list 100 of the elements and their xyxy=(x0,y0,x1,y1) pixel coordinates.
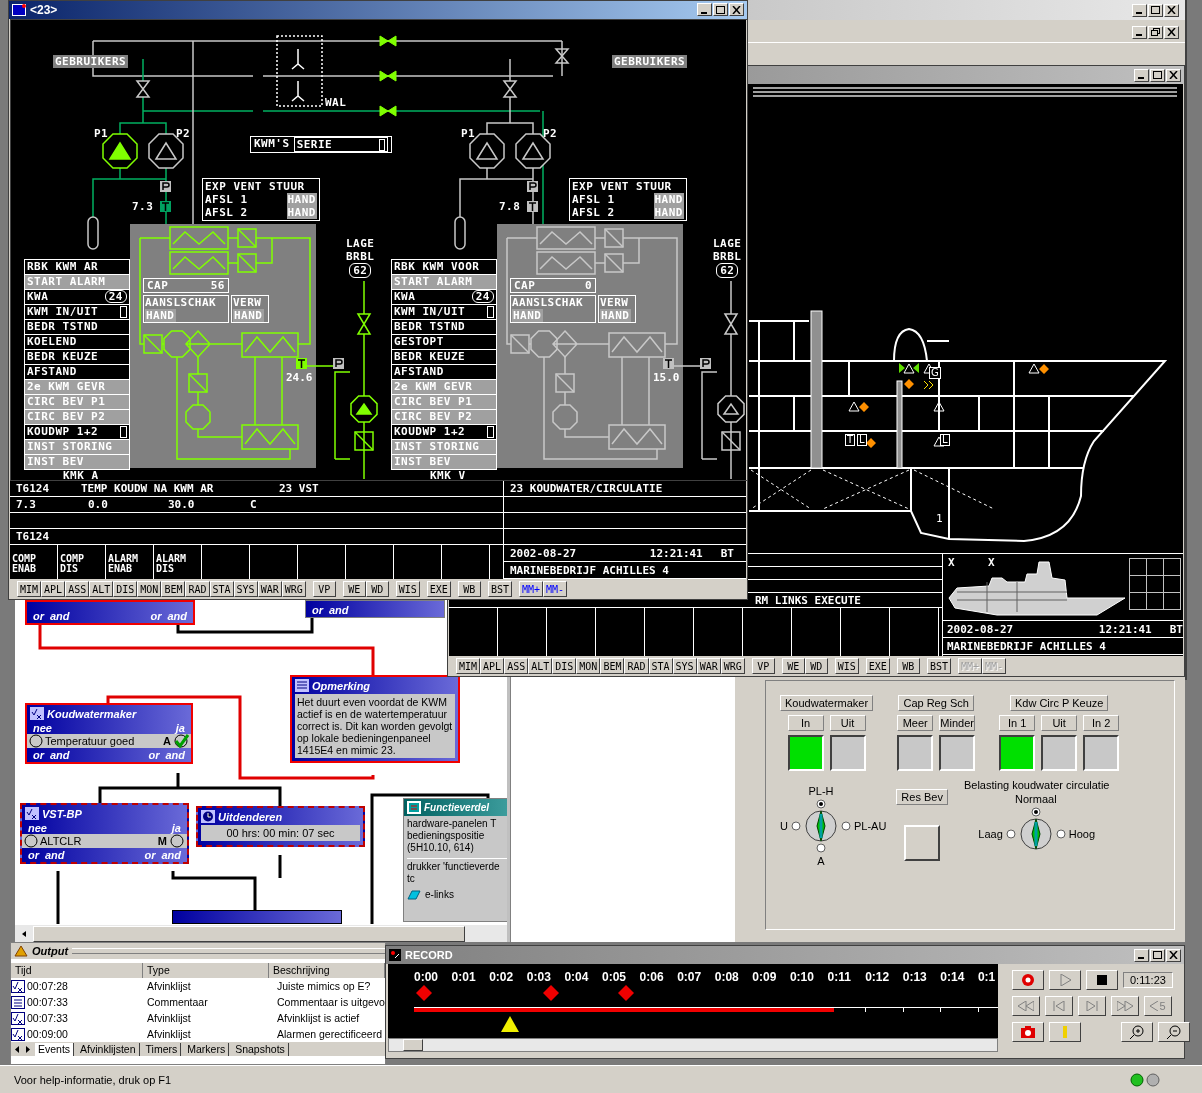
nav-key[interactable]: MM- xyxy=(543,581,568,597)
nav-key[interactable]: WB xyxy=(457,581,481,597)
nav-key[interactable]: MON xyxy=(137,581,162,597)
nav-key[interactable]: MM+ xyxy=(518,581,543,597)
record-button[interactable] xyxy=(1012,970,1044,990)
snapshot-button[interactable] xyxy=(1012,1022,1044,1042)
nav-key[interactable]: STA xyxy=(209,581,234,597)
toggle-button[interactable]: In 2 xyxy=(1083,715,1120,731)
nav-key[interactable]: BEM xyxy=(600,658,625,674)
scroll-left-icon[interactable] xyxy=(13,1044,21,1054)
nav-key[interactable]: APL xyxy=(480,658,505,674)
rewind-button[interactable] xyxy=(1012,996,1040,1016)
event-row[interactable]: 00:09:00 Afvinklijst Alarmen gerectificeerd xyxy=(11,1026,385,1042)
nav-key[interactable]: STA xyxy=(648,658,673,674)
nav-key[interactable]: SYS xyxy=(672,658,697,674)
toggle-button[interactable]: In 1 xyxy=(999,715,1036,731)
column-header[interactable]: Tijd xyxy=(11,963,143,978)
maximize-button[interactable] xyxy=(713,3,728,17)
nav-key[interactable]: WB xyxy=(896,658,920,674)
close-button[interactable] xyxy=(1166,68,1181,82)
restore-button[interactable] xyxy=(1148,25,1163,39)
maximize-button[interactable] xyxy=(1148,3,1163,17)
scroll-right-icon[interactable] xyxy=(24,1044,32,1054)
rotary-knob[interactable] xyxy=(804,810,837,842)
tab[interactable]: Snapshots xyxy=(232,1042,289,1056)
soft-key[interactable]: COMP DIS xyxy=(58,545,106,580)
nav-key[interactable]: WIS xyxy=(395,581,420,597)
nav-key[interactable]: VP xyxy=(751,658,775,674)
close-button[interactable] xyxy=(1166,948,1181,962)
flow-block[interactable]: Opmerking Het duurt even voordat de KWM actief is en de watertemperatuur correct is. Dit kan worden gevolgt op lokale bedieningenpaneel 1415E4 en mimic 23. xyxy=(290,675,460,763)
event-row[interactable]: 00:07:33 Commentaar Commentaar is uitgevo xyxy=(11,994,385,1010)
flow-block[interactable]: Koudwatermaker nee ja Temperatuur goed A or and or and xyxy=(25,703,193,764)
nav-key[interactable]: APL xyxy=(41,581,66,597)
nav-key[interactable]: WRG xyxy=(720,658,745,674)
next-button[interactable] xyxy=(1078,996,1106,1016)
nav-key[interactable]: WE xyxy=(342,581,366,597)
soft-key[interactable]: ALARM DIS xyxy=(154,545,202,580)
radio-button[interactable] xyxy=(815,843,826,853)
links-item[interactable]: e-links xyxy=(407,889,507,901)
soft-key[interactable]: ALARM ENAB xyxy=(106,545,154,580)
nav-key[interactable]: ASS xyxy=(504,658,529,674)
stop-button[interactable] xyxy=(1086,970,1118,990)
toggle-button[interactable]: Meer xyxy=(897,715,934,731)
column-header[interactable]: Type xyxy=(143,963,269,978)
flow-block[interactable]: VST-BP nee ja ALTCLR M or and or and xyxy=(20,803,189,864)
nav-key[interactable]: WRG xyxy=(281,581,306,597)
nav-key[interactable]: EXE xyxy=(426,581,451,597)
nav-key[interactable]: WD xyxy=(365,581,389,597)
toggle-button[interactable]: In xyxy=(787,715,824,731)
nav-key[interactable]: WAR xyxy=(696,658,721,674)
nav-key[interactable]: WIS xyxy=(834,658,859,674)
nav-key[interactable]: SYS xyxy=(233,581,258,597)
mode-selector[interactable]: KWM'S SERIE xyxy=(250,135,392,153)
nav-key[interactable]: MON xyxy=(576,658,601,674)
flow-block[interactable] xyxy=(172,910,342,924)
radio-button[interactable] xyxy=(1055,829,1066,839)
warning-button[interactable] xyxy=(1049,1022,1081,1042)
nav-key[interactable]: BST xyxy=(926,658,951,674)
nav-key[interactable]: ALT xyxy=(528,658,553,674)
condition-row[interactable]: Temperatuur goed A xyxy=(27,734,191,748)
soft-key[interactable]: COMP ENAB xyxy=(10,545,58,580)
fast-forward-button[interactable] xyxy=(1111,996,1139,1016)
nav-key[interactable]: ASS xyxy=(65,581,90,597)
nav-key[interactable]: WAR xyxy=(257,581,282,597)
flow-block[interactable]: or and or and xyxy=(25,600,195,625)
tab[interactable]: Timers xyxy=(142,1042,182,1056)
minimize-button[interactable] xyxy=(1134,948,1149,962)
radio-button[interactable] xyxy=(1030,807,1041,817)
toggle-button[interactable]: Uit xyxy=(1041,715,1078,731)
toggle-button[interactable]: Minder xyxy=(939,715,976,731)
flow-block[interactable]: Uitdenderen 00 hrs: 00 min: 07 sec xyxy=(196,806,365,847)
nav-key[interactable]: EXE xyxy=(865,658,890,674)
minimize-button[interactable] xyxy=(1132,25,1147,39)
nav-key[interactable]: DIS xyxy=(113,581,138,597)
zoom-in-button[interactable] xyxy=(1121,1022,1153,1042)
nav-key[interactable]: DIS xyxy=(552,658,577,674)
close-button[interactable] xyxy=(1164,25,1179,39)
radio-button[interactable] xyxy=(815,799,826,809)
nav-key[interactable]: BEM xyxy=(161,581,186,597)
tab[interactable]: Afvinklijsten xyxy=(77,1042,140,1056)
tab[interactable]: Events xyxy=(35,1042,75,1056)
event-row[interactable]: 00:07:28 Afvinklijst Juiste mimics op E? xyxy=(11,978,385,994)
nav-key[interactable]: MIM xyxy=(456,658,481,674)
minimize-button[interactable] xyxy=(1132,3,1147,17)
timeline[interactable]: 0:00 0:01 0:02 0:03 0:04 0:05 0:06 0:07 0:08 0:09 0:10 0:11 0:12 0:13 0:14 0:1 xyxy=(388,964,998,1038)
horizontal-scrollbar[interactable] xyxy=(388,1038,998,1052)
maximize-button[interactable] xyxy=(1150,948,1165,962)
toggle-button[interactable]: Uit xyxy=(829,715,866,731)
minimize-button[interactable] xyxy=(1134,68,1149,82)
nav-key[interactable]: WE xyxy=(781,658,805,674)
close-button[interactable] xyxy=(729,3,744,17)
nav-key[interactable]: RAD xyxy=(624,658,649,674)
previous-button[interactable] xyxy=(1045,996,1073,1016)
play-button[interactable] xyxy=(1049,970,1081,990)
condition-row[interactable]: ALTCLR M xyxy=(22,834,187,848)
flow-block[interactable]: or and xyxy=(305,600,445,618)
rotary-knob[interactable] xyxy=(1019,818,1052,850)
flow-block[interactable]: Functieverdel hardware-panelen T bedieningspositie (5H10.10, 614) drukker 'functieverde tc e-links xyxy=(403,798,507,922)
close-button[interactable] xyxy=(1164,3,1179,17)
zoom-out-button[interactable] xyxy=(1158,1022,1190,1042)
